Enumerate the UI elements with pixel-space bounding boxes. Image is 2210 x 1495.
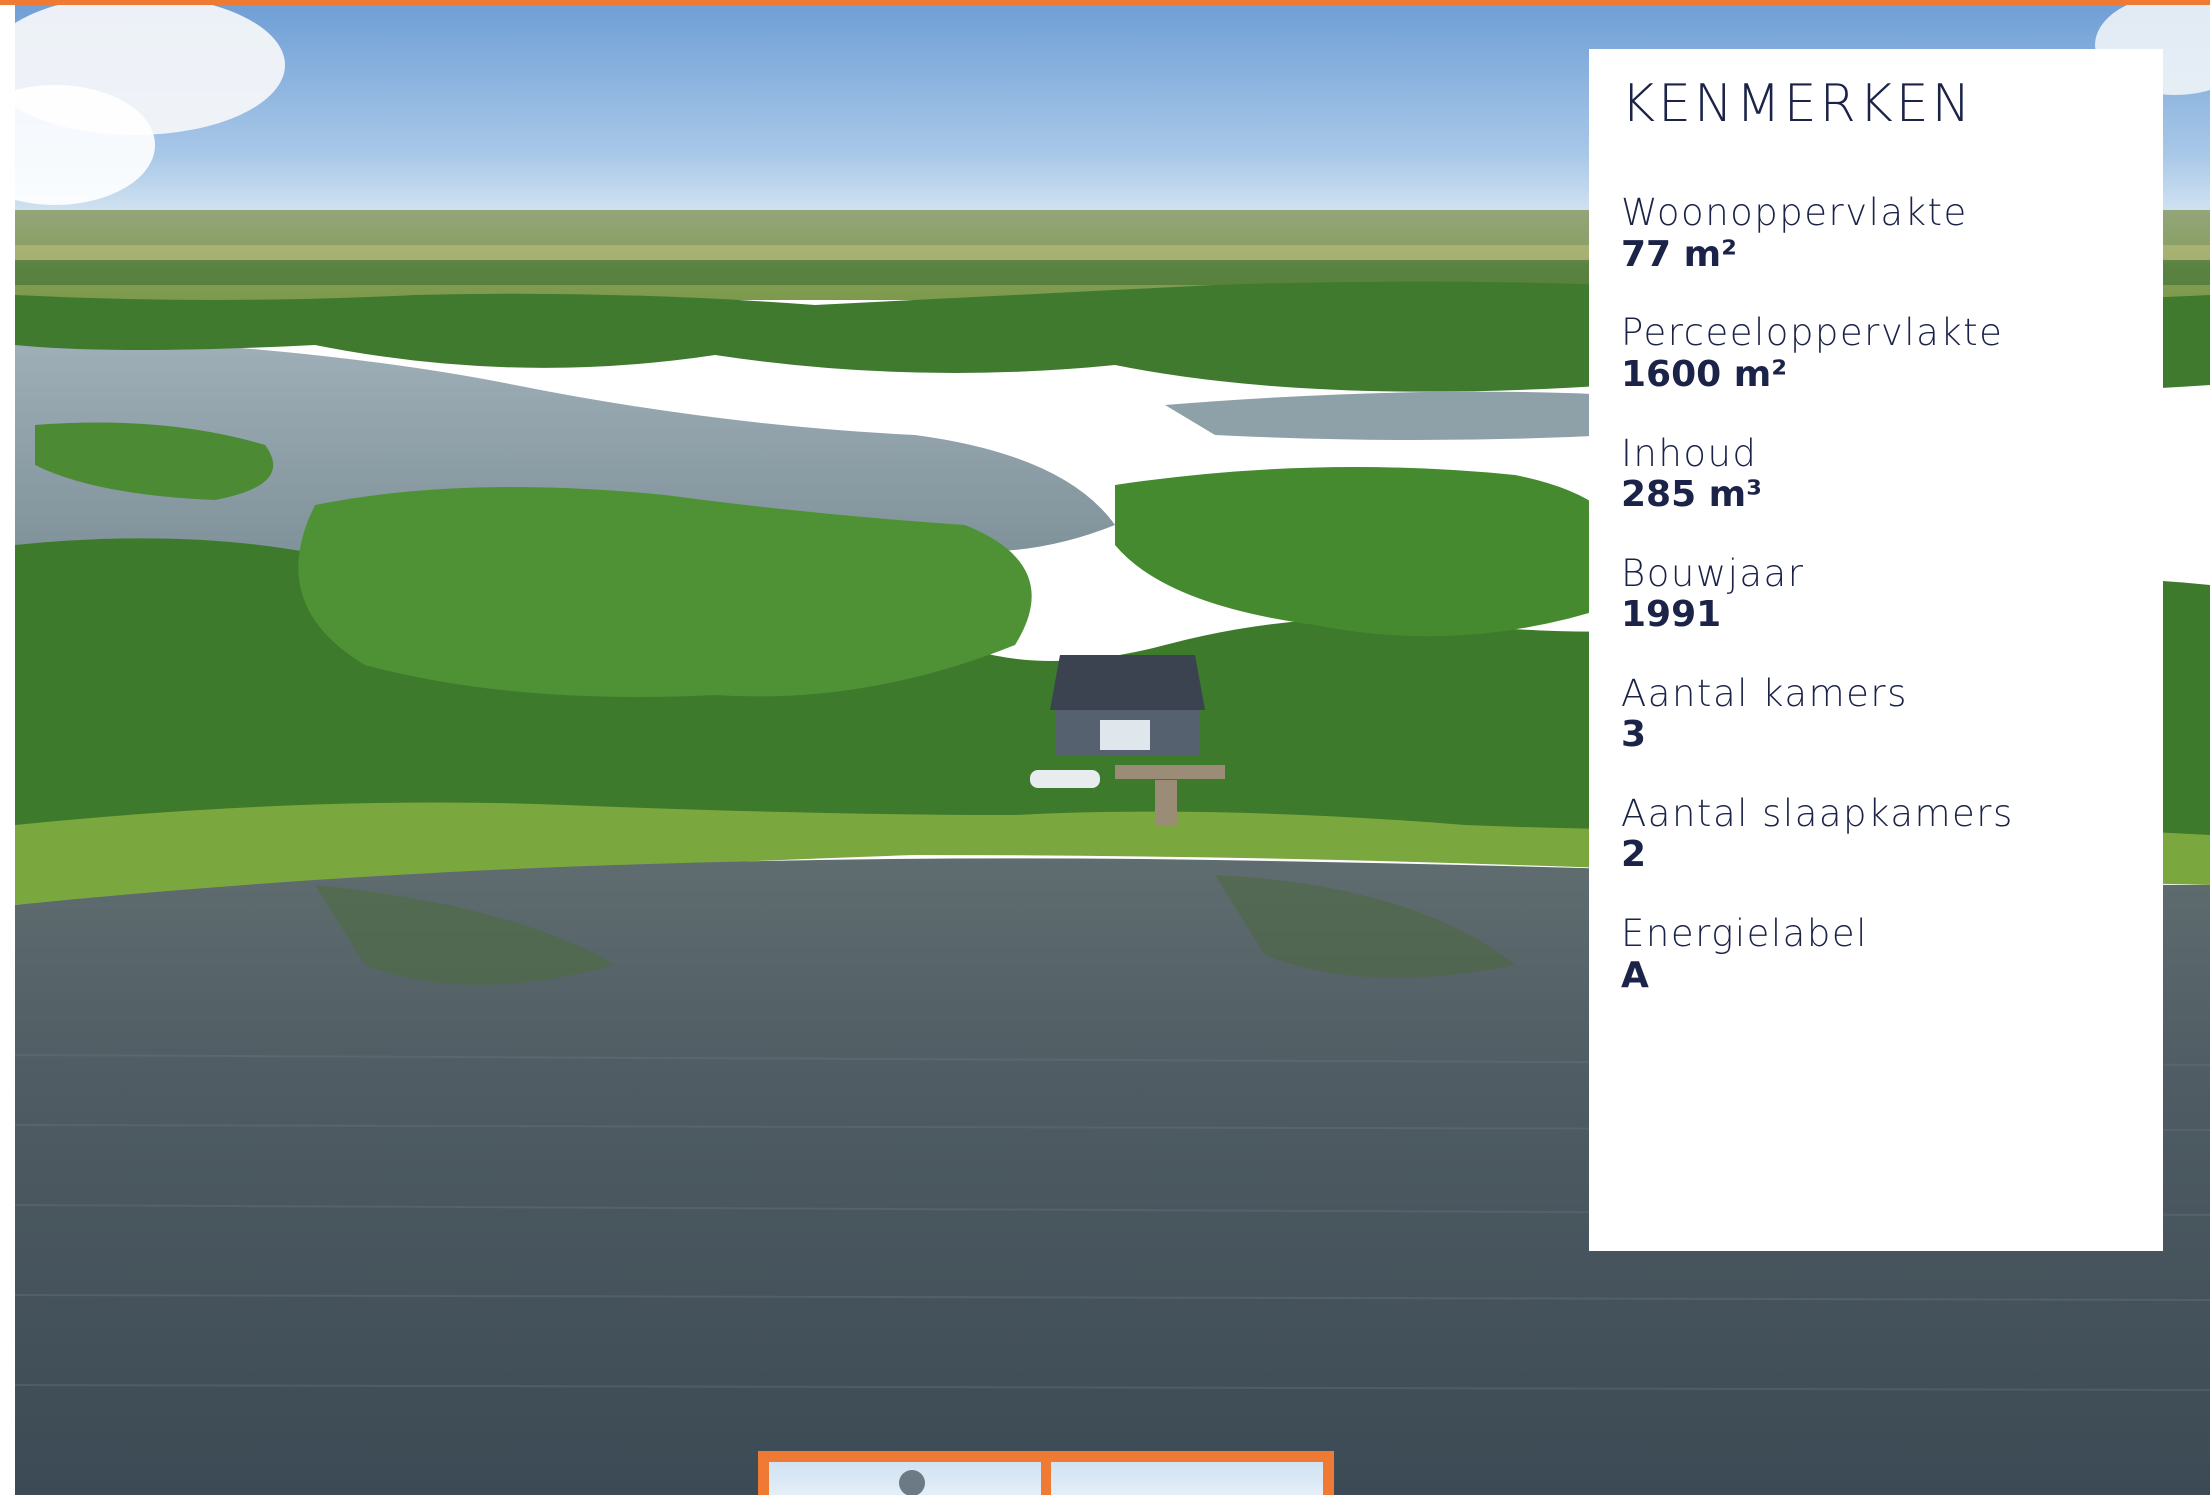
thumbnail-1[interactable] [769,1462,1041,1495]
feature-perceeloppervlakte: Perceeloppervlakte 1600 m² [1621,313,2131,395]
feature-aantal-slaapkamers: Aantal slaapkamers 2 [1621,791,2131,876]
feature-woonoppervlakte: Woonoppervlakte 77 m² [1621,193,2131,275]
feature-inhoud: Inhoud 285 m³ [1621,431,2131,516]
feature-label: Aantal slaapkamers [1621,791,2014,835]
feature-value: 285 m³ [1621,474,1762,516]
feature-label: Aantal kamers [1621,671,1908,715]
features-title: KENMERKEN [1621,74,1974,134]
thumbnail-2[interactable] [1051,1462,1323,1495]
page: KENMERKEN Woonoppervlakte 77 m² Perceelo… [0,0,2210,1495]
feature-value: 77 m² [1621,234,1737,276]
feature-value: 1991 [1621,594,1722,636]
features-panel: KENMERKEN Woonoppervlakte 77 m² Perceelo… [1589,49,2163,1251]
feature-value: A [1621,954,1649,996]
feature-value: 2 [1621,834,1647,876]
feature-aantal-kamers: Aantal kamers 3 [1621,671,2131,756]
feature-value: 1600 m² [1621,354,1788,396]
feature-energielabel: Energielabel A [1621,911,2131,996]
thumbnail-strip [758,1451,1334,1495]
feature-value: 3 [1621,714,1647,756]
feature-bouwjaar: Bouwjaar 1991 [1621,551,2131,636]
feature-label: Bouwjaar [1621,551,1805,595]
thumbnail-person-icon [899,1470,925,1495]
feature-label: Inhoud [1621,431,1758,475]
feature-label: Energielabel [1621,911,1868,955]
feature-label: Perceeloppervlakte [1621,311,2004,355]
feature-label: Woonoppervlakte [1621,191,1968,235]
